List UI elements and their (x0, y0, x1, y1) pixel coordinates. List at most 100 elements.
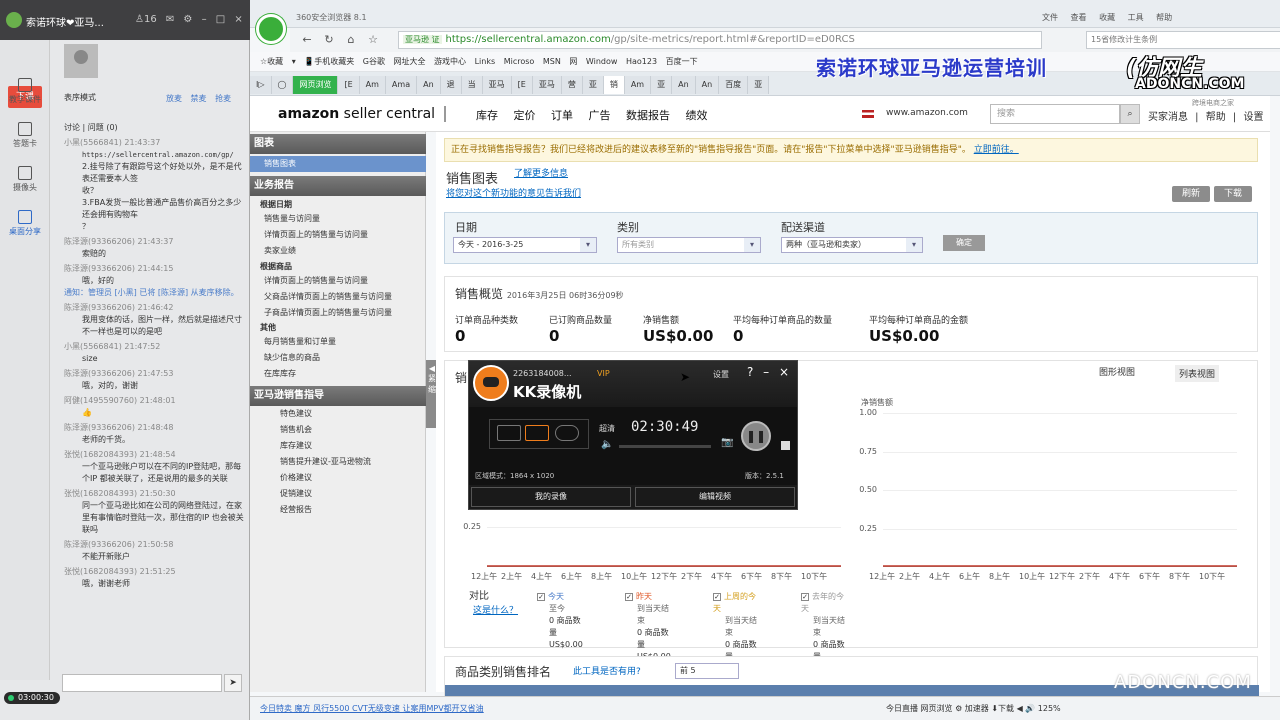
kk-window-controls[interactable]: ? – × (747, 365, 789, 379)
marketplace-selector[interactable]: www.amazon.com (886, 108, 968, 118)
date-select[interactable]: 今天 - 2016-3-25 (453, 237, 597, 253)
kk-version: 版本：2.5.1 (745, 472, 784, 480)
volume-slider[interactable] (619, 445, 711, 448)
browser-menus[interactable]: 文件 查看 收藏 工具 帮助 (1042, 12, 1172, 23)
url-input[interactable]: 亚马逊 证 https://sellercentral.amazon.com/gp… (398, 31, 1042, 49)
browser-tab[interactable]: An (695, 76, 720, 94)
compare-help-link[interactable]: 这是什么？ (473, 603, 518, 616)
sidebar-item-sales-chart[interactable]: 销售图表 (250, 156, 426, 172)
browser-tab[interactable]: 亚 (748, 76, 770, 94)
download-button[interactable]: 下载 (1214, 186, 1252, 202)
camera-button[interactable]: 摄像头 (5, 166, 45, 193)
answer-card-button[interactable]: 答题卡 (5, 122, 45, 149)
browser-tab[interactable]: 百度 (719, 76, 749, 94)
browser-tab[interactable]: 亚 (651, 76, 673, 94)
my-recordings-button[interactable]: 我的录像 (471, 487, 631, 507)
learn-more-link[interactable]: 了解更多信息 (514, 166, 568, 179)
send-button[interactable]: ➤ (224, 674, 242, 692)
metric-label: 已订购商品数量 (549, 316, 613, 326)
amazon-search-input[interactable]: 搜索 (990, 104, 1120, 124)
sidebar-item[interactable]: 销售量与访问量 (264, 213, 320, 224)
checkbox-icon[interactable]: ✓ (713, 592, 721, 601)
bookmark-star-icon[interactable]: ☆ (364, 31, 382, 49)
chat-tabs[interactable]: 讨论 | 问题 (0) (64, 122, 118, 133)
courseware-button[interactable]: 教学课件 (5, 78, 45, 105)
browser-search-input[interactable]: 15省修改计生条例 (1086, 31, 1280, 49)
browser-tab[interactable]: Am (624, 76, 652, 94)
sidebar-item[interactable]: 特色建议 (280, 408, 312, 419)
browser-tab[interactable]: An (672, 76, 696, 94)
kk-user-id[interactable]: 2263184008... (513, 369, 572, 378)
browser-tab[interactable]: 退 (440, 76, 462, 94)
browser-tab[interactable]: I▷ (250, 76, 272, 94)
sidebar-item[interactable]: 每月销售量和订单量 (264, 336, 336, 347)
notice-link[interactable]: 立即前往。 (974, 145, 1019, 155)
rank-help-link[interactable]: 此工具是否有用? (573, 664, 641, 677)
screen-share-button[interactable]: 桌面分享 (5, 210, 45, 237)
browser-tab[interactable]: 销 (603, 76, 625, 94)
browser-tab[interactable]: 营 (561, 76, 583, 94)
home-icon[interactable]: ⌂ (342, 31, 360, 49)
browser-tab[interactable]: 当 (461, 76, 483, 94)
compare-option[interactable]: ✓ 今天 至今 0 商品数量 US$0.00 (537, 591, 583, 651)
graph-view-button[interactable]: 图形视图 (1099, 365, 1135, 378)
feedback-link[interactable]: 将您对这个新功能的意见告诉我们 (446, 186, 581, 199)
kk-settings-button[interactable]: 设置 (713, 369, 729, 380)
browser-tab[interactable]: Am (359, 76, 386, 94)
checkbox-icon[interactable]: ✓ (537, 592, 545, 601)
apply-button[interactable]: 确定 (943, 235, 985, 251)
sidebar-item[interactable]: 详情页面上的销售量与访问量 (264, 229, 368, 240)
back-icon[interactable]: ← (298, 31, 316, 49)
status-right[interactable]: 今日直播 网页浏览 ⚙ 加速器 ⬇下载 ◀ 🔊 125% (886, 703, 1061, 714)
refresh-button[interactable]: 刷新 (1172, 186, 1210, 202)
search-icon[interactable]: ⌕ (1120, 104, 1140, 124)
sidebar-item[interactable]: 详情页面上的销售量与访问量 (264, 275, 368, 286)
browser-tab[interactable]: [E (338, 76, 360, 94)
sidebar-item[interactable]: 销售提升建议-亚马逊物流 (280, 456, 371, 467)
pause-button[interactable]: ❚❚ (741, 421, 771, 451)
monitor-mode-icon[interactable] (497, 425, 521, 441)
rank-select[interactable]: 前 5 (675, 663, 739, 679)
sidebar-item[interactable]: 销售机会 (280, 424, 312, 435)
region-mode-icon[interactable] (525, 425, 549, 441)
header-links[interactable]: 买家消息 | 帮助 | 设置 (1148, 108, 1263, 123)
refresh-icon[interactable]: ↻ (320, 31, 338, 49)
browser-tab[interactable]: 网页浏览 (293, 76, 339, 94)
list-view-button[interactable]: 列表视图 (1175, 365, 1220, 382)
edit-video-button[interactable]: 编辑视频 (635, 487, 795, 507)
browser-tab[interactable]: ◯ (271, 76, 294, 94)
screenshot-icon[interactable]: 📷 (721, 437, 733, 448)
mic-mode[interactable]: 表序模式 (64, 92, 96, 103)
status-left[interactable]: 今日特卖 魔方 风行5500 CVT无级变速 让案用MPV都开又省油 (260, 704, 484, 713)
kk-quality[interactable]: 超清 (599, 423, 615, 434)
channel-select[interactable]: 两种（亚马逊和卖家） (781, 237, 923, 253)
stop-button[interactable] (781, 441, 790, 450)
browser-tab[interactable]: [E (511, 76, 533, 94)
game-mode-icon[interactable] (555, 425, 579, 441)
window-controls[interactable]: ♙16 ✉ ⚙ – □ × (135, 14, 243, 25)
checkbox-icon[interactable]: ✓ (625, 592, 633, 601)
browser-tab[interactable]: An (417, 76, 441, 94)
volume-icon[interactable]: 🔈 (601, 439, 613, 450)
chat-input[interactable] (62, 674, 222, 692)
sidebar-item[interactable]: 库存建议 (280, 440, 312, 451)
category-select[interactable]: 所有类别 (617, 237, 761, 253)
mic-actions[interactable]: 放麦 禁麦 抢麦 (166, 93, 231, 104)
browser-tab[interactable]: 亚 (582, 76, 604, 94)
sidebar-item[interactable]: 促销建议 (280, 488, 312, 499)
sidebar-item[interactable]: 卖家业绩 (264, 245, 296, 256)
flag-icon[interactable] (444, 106, 456, 122)
browser-tab[interactable]: 亚马 (482, 76, 512, 94)
amazon-nav[interactable]: 库存 定价 订单 广告 数据报告 绩效 (476, 107, 707, 123)
sidebar-item[interactable]: 子商品详情页面上的销售量与访问量 (264, 307, 392, 318)
browser-tab[interactable]: 亚马 (532, 76, 562, 94)
browser-tab[interactable]: Ama (385, 76, 418, 94)
sidebar-item[interactable]: 经营报告 (280, 504, 312, 515)
compare-option[interactable]: ✓昨天到当天结束0 商品数量US$0.00 (625, 591, 671, 663)
amazon-logo[interactable]: amazon seller central (278, 106, 435, 122)
sidebar-item[interactable]: 父商品详情页面上的销售量与访问量 (264, 291, 392, 302)
sidebar-item[interactable]: 价格建议 (280, 472, 312, 483)
sidebar-item[interactable]: 在库库存 (264, 368, 296, 379)
checkbox-icon[interactable]: ✓ (801, 592, 809, 601)
sidebar-item[interactable]: 缺少信息的商品 (264, 352, 320, 363)
